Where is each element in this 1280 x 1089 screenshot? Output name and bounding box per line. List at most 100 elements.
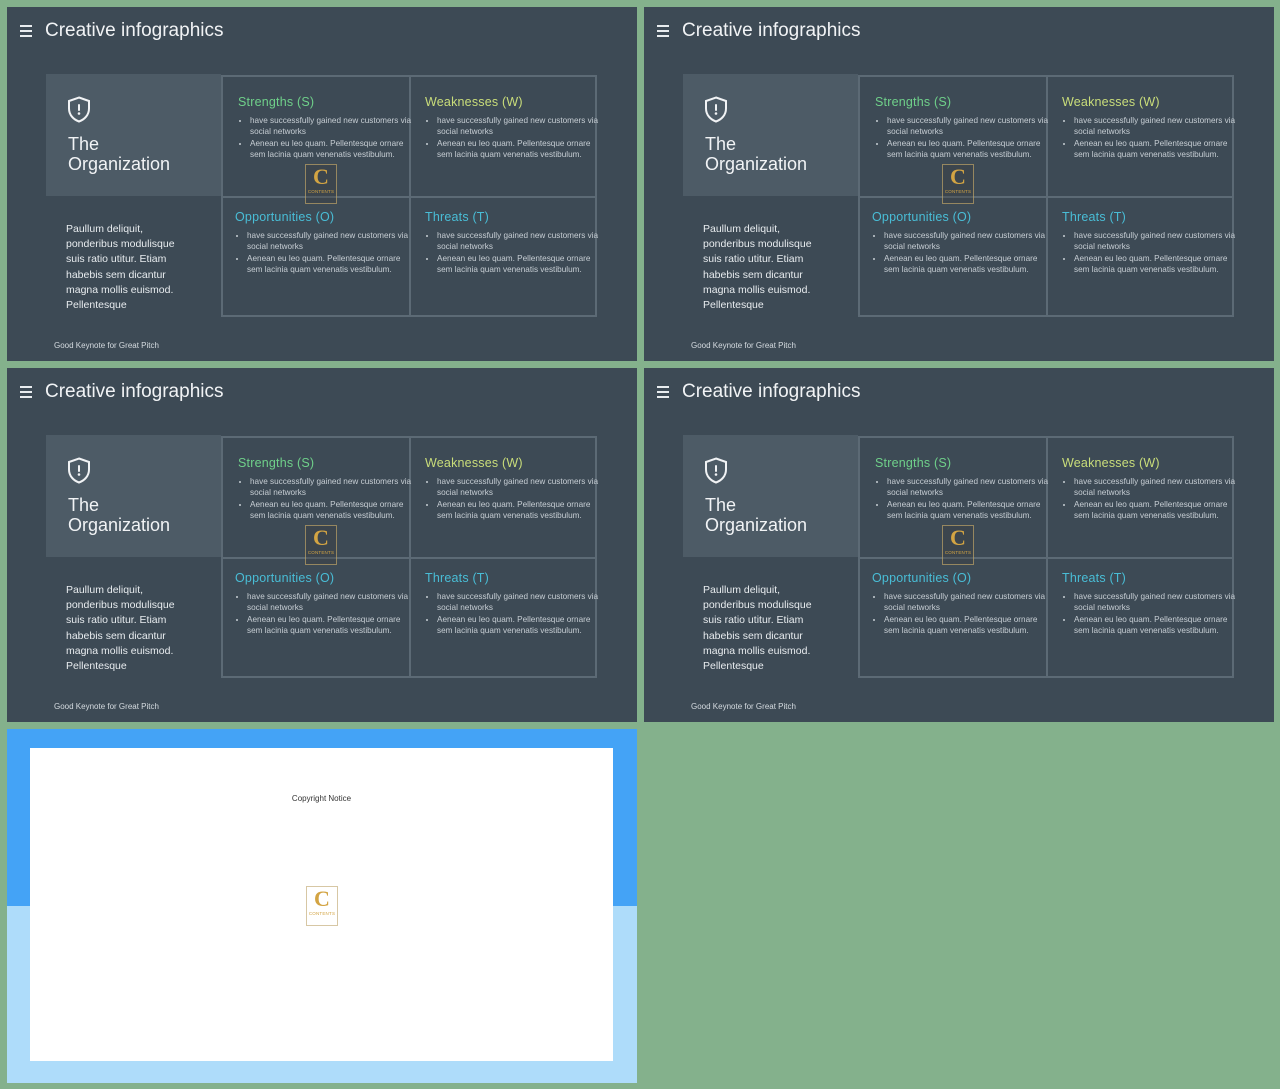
- threats-bullet-2: Aenean eu leo quam. Pellentesque ornare …: [1074, 614, 1237, 637]
- menu-icon[interactable]: [657, 25, 669, 37]
- organization-description: Paullum deliquit, ponderibus modulisque …: [703, 223, 812, 312]
- opportunities-bullet-2: Aenean eu leo quam. Pellentesque ornare …: [247, 614, 410, 637]
- menu-icon[interactable]: [657, 386, 669, 398]
- swot-grid: Strengths (S) have successfully gained n…: [858, 75, 1237, 317]
- strengths-bullet-1: have successfully gained new customers v…: [887, 115, 1050, 138]
- strengths-bullet-1: have successfully gained new customers v…: [887, 476, 1050, 499]
- swot-weaknesses: Weaknesses (W) have successfully gained …: [425, 456, 600, 522]
- swot-opportunities: Opportunities (O) have successfully gain…: [235, 571, 410, 637]
- opportunities-bullet-2: Aenean eu leo quam. Pellentesque ornare …: [884, 614, 1047, 637]
- opportunities-bullet-1: have successfully gained new customers v…: [884, 230, 1047, 253]
- swot-opportunities: Opportunities (O) have successfully gain…: [872, 210, 1047, 276]
- org-name-line1: The: [705, 495, 737, 515]
- watermark-logo: C CONTENTS: [942, 525, 974, 565]
- strengths-title: Strengths (S): [875, 456, 952, 470]
- slide-title: Creative infographics: [682, 381, 861, 402]
- organization-name: The Organization: [68, 134, 170, 174]
- slide-4: Creative infographics The Organization P…: [644, 368, 1274, 722]
- weaknesses-bullet-1: have successfully gained new customers v…: [1074, 476, 1237, 499]
- menu-icon[interactable]: [20, 25, 32, 37]
- weaknesses-title: Weaknesses (W): [1062, 456, 1160, 470]
- org-name-line2: Organization: [68, 515, 171, 535]
- threats-bullet-1: have successfully gained new customers v…: [1074, 230, 1237, 253]
- strengths-bullet-2: Aenean eu leo quam. Pellentesque ornare …: [887, 138, 1050, 161]
- org-name-line2: Organization: [705, 154, 808, 174]
- organization-name: The Organization: [68, 495, 170, 535]
- weaknesses-bullet-1: have successfully gained new customers v…: [437, 115, 600, 138]
- threats-title: Threats (T): [1062, 210, 1127, 224]
- weaknesses-bullet-2: Aenean eu leo quam. Pellentesque ornare …: [1074, 499, 1237, 522]
- organization-description: Paullum deliquit, ponderibus modulisque …: [66, 223, 175, 312]
- swot-strengths: Strengths (S) have successfully gained n…: [238, 456, 413, 522]
- swot-threats: Threats (T) have successfully gained new…: [1062, 210, 1237, 276]
- threats-bullet-1: have successfully gained new customers v…: [1074, 591, 1237, 614]
- strengths-title: Strengths (S): [238, 456, 315, 470]
- slide-title: Creative infographics: [682, 20, 861, 41]
- swot-strengths: Strengths (S) have successfully gained n…: [238, 95, 413, 161]
- opportunities-bullet-1: have successfully gained new customers v…: [247, 230, 410, 253]
- organization-name: The Organization: [705, 134, 807, 174]
- watermark-letter: C: [314, 886, 330, 911]
- organization-description: Paullum deliquit, ponderibus modulisque …: [66, 584, 175, 673]
- swot-opportunities: Opportunities (O) have successfully gain…: [235, 210, 410, 276]
- slide-footer: Good Keynote for Great Pitch: [54, 341, 159, 350]
- threats-bullet-2: Aenean eu leo quam. Pellentesque ornare …: [1074, 253, 1237, 276]
- swot-strengths: Strengths (S) have successfully gained n…: [875, 456, 1050, 522]
- opportunities-bullet-2: Aenean eu leo quam. Pellentesque ornare …: [247, 253, 410, 276]
- slide-footer: Good Keynote for Great Pitch: [54, 702, 159, 711]
- slide-footer: Good Keynote for Great Pitch: [691, 702, 796, 711]
- threats-title: Threats (T): [425, 571, 490, 585]
- watermark-text: CONTENTS: [944, 550, 972, 555]
- watermark-letter: C: [950, 525, 966, 550]
- strengths-bullet-1: have successfully gained new customers v…: [250, 476, 413, 499]
- weaknesses-bullet-2: Aenean eu leo quam. Pellentesque ornare …: [1074, 138, 1237, 161]
- watermark-text: CONTENTS: [307, 550, 335, 555]
- slide-title: Creative infographics: [45, 20, 224, 41]
- opportunities-bullet-2: Aenean eu leo quam. Pellentesque ornare …: [884, 253, 1047, 276]
- organization-name: The Organization: [705, 495, 807, 535]
- weaknesses-bullet-1: have successfully gained new customers v…: [437, 476, 600, 499]
- swot-grid: Strengths (S) have successfully gained n…: [858, 436, 1237, 678]
- opportunities-bullet-1: have successfully gained new customers v…: [247, 591, 410, 614]
- threats-bullet-1: have successfully gained new customers v…: [437, 230, 600, 253]
- threats-title: Threats (T): [425, 210, 490, 224]
- opportunities-title: Opportunities (O): [872, 571, 972, 585]
- watermark-text: CONTENTS: [944, 189, 972, 194]
- copyright-logo: C CONTENTS: [306, 886, 338, 926]
- organization-panel: The Organization: [683, 74, 858, 196]
- swot-grid: Strengths (S) have successfully gained n…: [221, 436, 600, 678]
- shield-icon: [68, 457, 90, 484]
- threats-bullet-2: Aenean eu leo quam. Pellentesque ornare …: [437, 253, 600, 276]
- swot-weaknesses: Weaknesses (W) have successfully gained …: [425, 95, 600, 161]
- swot-threats: Threats (T) have successfully gained new…: [1062, 571, 1237, 637]
- org-name-line1: The: [68, 134, 100, 154]
- threats-title: Threats (T): [1062, 571, 1127, 585]
- strengths-bullet-2: Aenean eu leo quam. Pellentesque ornare …: [250, 138, 413, 161]
- copyright-title: Copyright Notice: [291, 794, 352, 803]
- threats-bullet-2: Aenean eu leo quam. Pellentesque ornare …: [437, 614, 600, 637]
- slide-3: Creative infographics The Organization P…: [7, 368, 637, 722]
- swot-opportunities: Opportunities (O) have successfully gain…: [872, 571, 1047, 637]
- watermark-letter: C: [313, 164, 329, 189]
- watermark-text: CONTENTS: [307, 189, 335, 194]
- copyright-slide: Copyright Notice C CONTENTS: [7, 729, 637, 1083]
- opportunities-title: Opportunities (O): [235, 571, 335, 585]
- slide-2: Creative infographics The Organization P…: [644, 7, 1274, 361]
- strengths-title: Strengths (S): [238, 95, 315, 109]
- swot-strengths: Strengths (S) have successfully gained n…: [875, 95, 1050, 161]
- watermark-logo: C CONTENTS: [942, 164, 974, 204]
- org-name-line2: Organization: [705, 515, 808, 535]
- slide-title: Creative infographics: [45, 381, 224, 402]
- watermark-logo: C CONTENTS: [305, 525, 337, 565]
- slide-1: Creative infographics The Organization P…: [7, 7, 637, 361]
- shield-icon: [705, 96, 727, 123]
- watermark-text: CONTENTS: [308, 911, 336, 916]
- strengths-bullet-1: have successfully gained new customers v…: [250, 115, 413, 138]
- org-name-line2: Organization: [68, 154, 171, 174]
- strengths-bullet-2: Aenean eu leo quam. Pellentesque ornare …: [250, 499, 413, 522]
- shield-icon: [705, 457, 727, 484]
- menu-icon[interactable]: [20, 386, 32, 398]
- weaknesses-bullet-2: Aenean eu leo quam. Pellentesque ornare …: [437, 138, 600, 161]
- watermark-letter: C: [313, 525, 329, 550]
- weaknesses-title: Weaknesses (W): [425, 95, 523, 109]
